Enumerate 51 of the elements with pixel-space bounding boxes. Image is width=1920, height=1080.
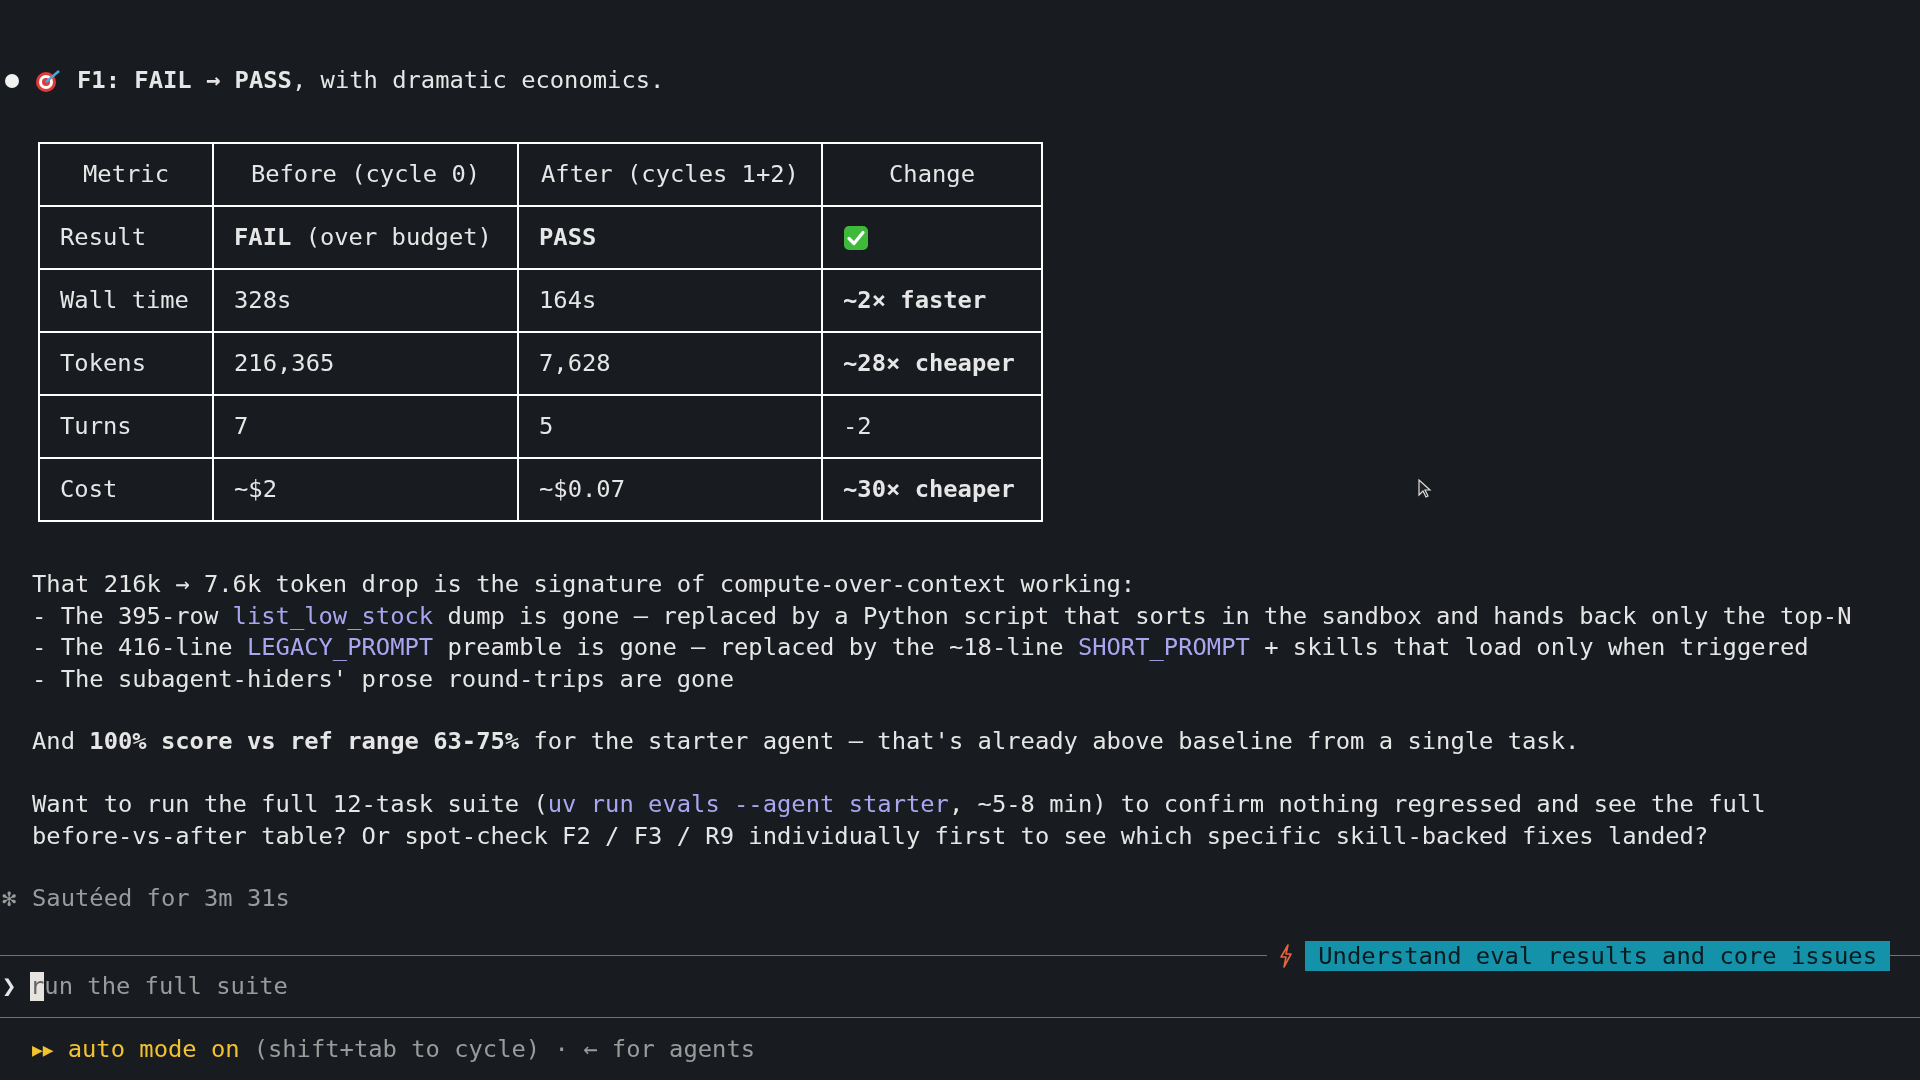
message-text: dump is gone — replaced by a Python script that sorts in the sandbox and hands back only the top-N (446, 600, 1852, 632)
table-cell: ~2× faster (843, 285, 987, 317)
spinner-symbol: ✻ (1, 883, 18, 915)
message-text: before-vs-after table? Or spot-check F2 / F3 / R9 individually first to see which specific skill-backed fixes landed? (32, 820, 1709, 852)
column-header: Change (889, 159, 975, 191)
mouse-pointer-icon (1418, 479, 1432, 499)
target-icon (34, 67, 62, 94)
table-cell: Turns (60, 411, 132, 443)
bullet-icon (4, 72, 20, 89)
table-cell: -2 (843, 411, 872, 443)
table-cell: Result (60, 222, 146, 254)
table-cell: 5 (539, 411, 554, 443)
message-text: preamble is gone — replaced by the ~18-line (446, 632, 1065, 664)
table-cell: Wall time (60, 285, 189, 317)
message-title: F1: FAIL → PASS, with dramatic economics. (77, 65, 665, 96)
message-text: And 100% score vs ref range 63-75% for the starter agent — that's already above baseline from a single task. (32, 726, 1580, 758)
mode-symbol: ▶▶ (32, 1037, 54, 1062)
table-cell: 216,365 (234, 348, 335, 380)
message-text: , ~5-8 min) to confirm nothing regressed and see the full (948, 789, 1766, 821)
status-text: Sautéed for 3m 31s (32, 883, 290, 915)
table-cell: 7,628 (539, 348, 611, 380)
mode-label: auto mode on (67, 1033, 240, 1065)
code-reference: LEGACY_PROMPT (246, 632, 434, 664)
message-text: - The 416-line (32, 632, 234, 664)
task-badge: Understand eval results and core issues (1305, 940, 1890, 971)
table-cell: Cost (60, 474, 118, 506)
message-text: - The 395-row (32, 600, 220, 632)
table-cell: FAIL (over budget) (234, 222, 492, 254)
table-cell: ~$0.07 (539, 474, 625, 506)
table-cell: 7 (234, 411, 249, 443)
code-reference: list_low_stock (232, 600, 434, 632)
column-header: After (cycles 1+2) (541, 159, 799, 191)
code-reference: SHORT_PROMPT (1077, 632, 1250, 664)
code-reference: uv run evals --agent starter (547, 789, 949, 821)
prompt-symbol: ❯ (1, 970, 18, 1002)
lightning-icon (1279, 943, 1294, 968)
table-cell: Tokens (60, 348, 146, 380)
table-cell: PASS (539, 222, 597, 254)
table-cell: ~$2 (234, 474, 277, 506)
table-cell: ~30× cheaper (843, 474, 1015, 506)
message-text: Want to run the full 12-task suite ( (32, 789, 548, 821)
table-cell: 328s (234, 285, 292, 317)
check-mark-icon (843, 224, 869, 251)
table-cell: ~28× cheaper (843, 348, 1015, 380)
column-header: Before (cycle 0) (250, 159, 481, 191)
message-text: + skills that load only when triggered (1263, 632, 1809, 664)
table-cell: 164s (539, 285, 597, 317)
message-text: That 216k → 7.6k token drop is the signature of compute-over-context working: (32, 569, 1136, 601)
message-text: - The subagent-hiders' prose round-trips are gone (32, 663, 735, 695)
shortcut-hint: (shift+tab to cycle) · ← for agents (253, 1033, 756, 1065)
column-header: Metric (83, 159, 169, 191)
